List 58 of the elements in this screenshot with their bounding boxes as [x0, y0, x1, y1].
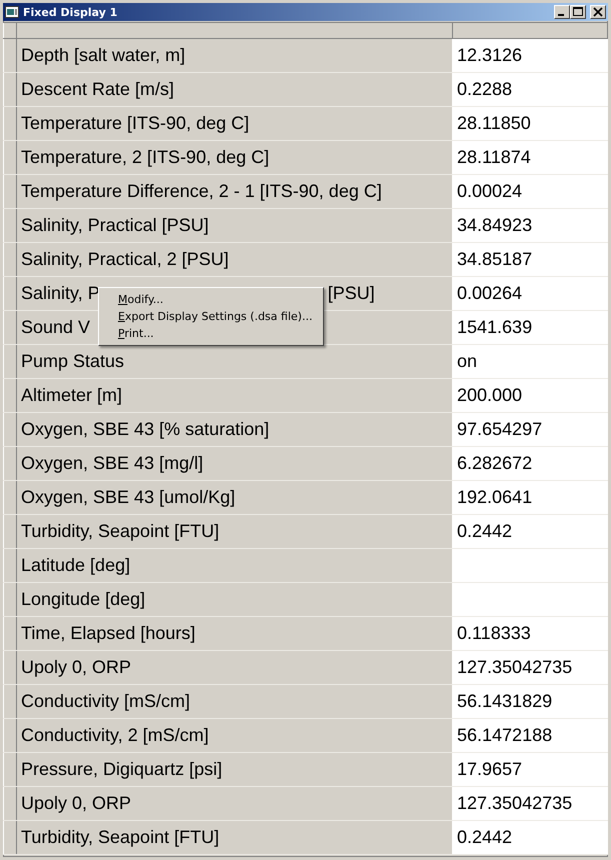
close-icon — [591, 6, 605, 18]
value-cell: 192.0641 — [453, 481, 608, 514]
value-cell: 56.1472188 — [453, 719, 608, 752]
value-cell: 200.000 — [453, 379, 608, 412]
menu-item[interactable]: Print... — [99, 325, 323, 342]
value-cell: 12.3126 — [453, 39, 608, 72]
value-cell: 56.1431829 — [453, 685, 608, 718]
row-header — [3, 447, 17, 480]
row-header — [3, 107, 17, 140]
value-cell: 28.11874 — [453, 141, 608, 174]
row-header — [3, 73, 17, 106]
label-text: Salinity, P — [21, 282, 100, 305]
label-text: [PSU] — [328, 282, 375, 305]
window-title: Fixed Display 1 — [23, 6, 118, 18]
value-cell: 28.11850 — [453, 107, 608, 140]
value-cell: 127.35042735 — [453, 787, 608, 820]
value-cell: on — [453, 345, 608, 378]
row-header — [3, 379, 17, 412]
value-cell: 0.2442 — [453, 821, 608, 854]
row-header — [3, 651, 17, 684]
row-header — [3, 617, 17, 650]
row-header — [3, 753, 17, 786]
minimize-icon — [558, 14, 564, 16]
value-cell: 97.654297 — [453, 413, 608, 446]
row-header — [3, 583, 17, 616]
menu-item[interactable]: Export Display Settings (.dsa file)... — [99, 308, 323, 325]
row-header — [3, 549, 17, 582]
row-header — [3, 39, 17, 72]
value-cell: 34.85187 — [453, 243, 608, 276]
row-header — [3, 175, 17, 208]
row-header — [3, 481, 17, 514]
value-cell: 0.2288 — [453, 73, 608, 106]
row-header — [3, 413, 17, 446]
minimize-button[interactable] — [554, 5, 570, 19]
maximize-icon — [571, 6, 585, 18]
maximize-button[interactable] — [570, 5, 586, 19]
row-header — [3, 787, 17, 820]
row-header — [3, 243, 17, 276]
value-cell: 6.282672 — [453, 447, 608, 480]
value-cell: 34.84923 — [453, 209, 608, 242]
row-header — [3, 719, 17, 752]
row-header — [3, 209, 17, 242]
value-cell: 17.9657 — [453, 753, 608, 786]
row-header — [3, 821, 17, 854]
row-header — [3, 345, 17, 378]
row-header — [3, 685, 17, 718]
value-cell: 0.2442 — [453, 515, 608, 548]
row-header — [3, 311, 17, 344]
value-cell: 0.00024 — [453, 175, 608, 208]
window-icon — [5, 6, 19, 18]
menu-item[interactable]: Modify... — [99, 291, 323, 308]
value-cell: 0.00264 — [453, 277, 608, 310]
value-cell: 0.118333 — [453, 617, 608, 650]
value-cell: 1541.639 — [453, 311, 608, 344]
row-header — [3, 141, 17, 174]
row-header — [3, 515, 17, 548]
value-cell: 127.35042735 — [453, 651, 608, 684]
close-button[interactable] — [590, 5, 606, 19]
